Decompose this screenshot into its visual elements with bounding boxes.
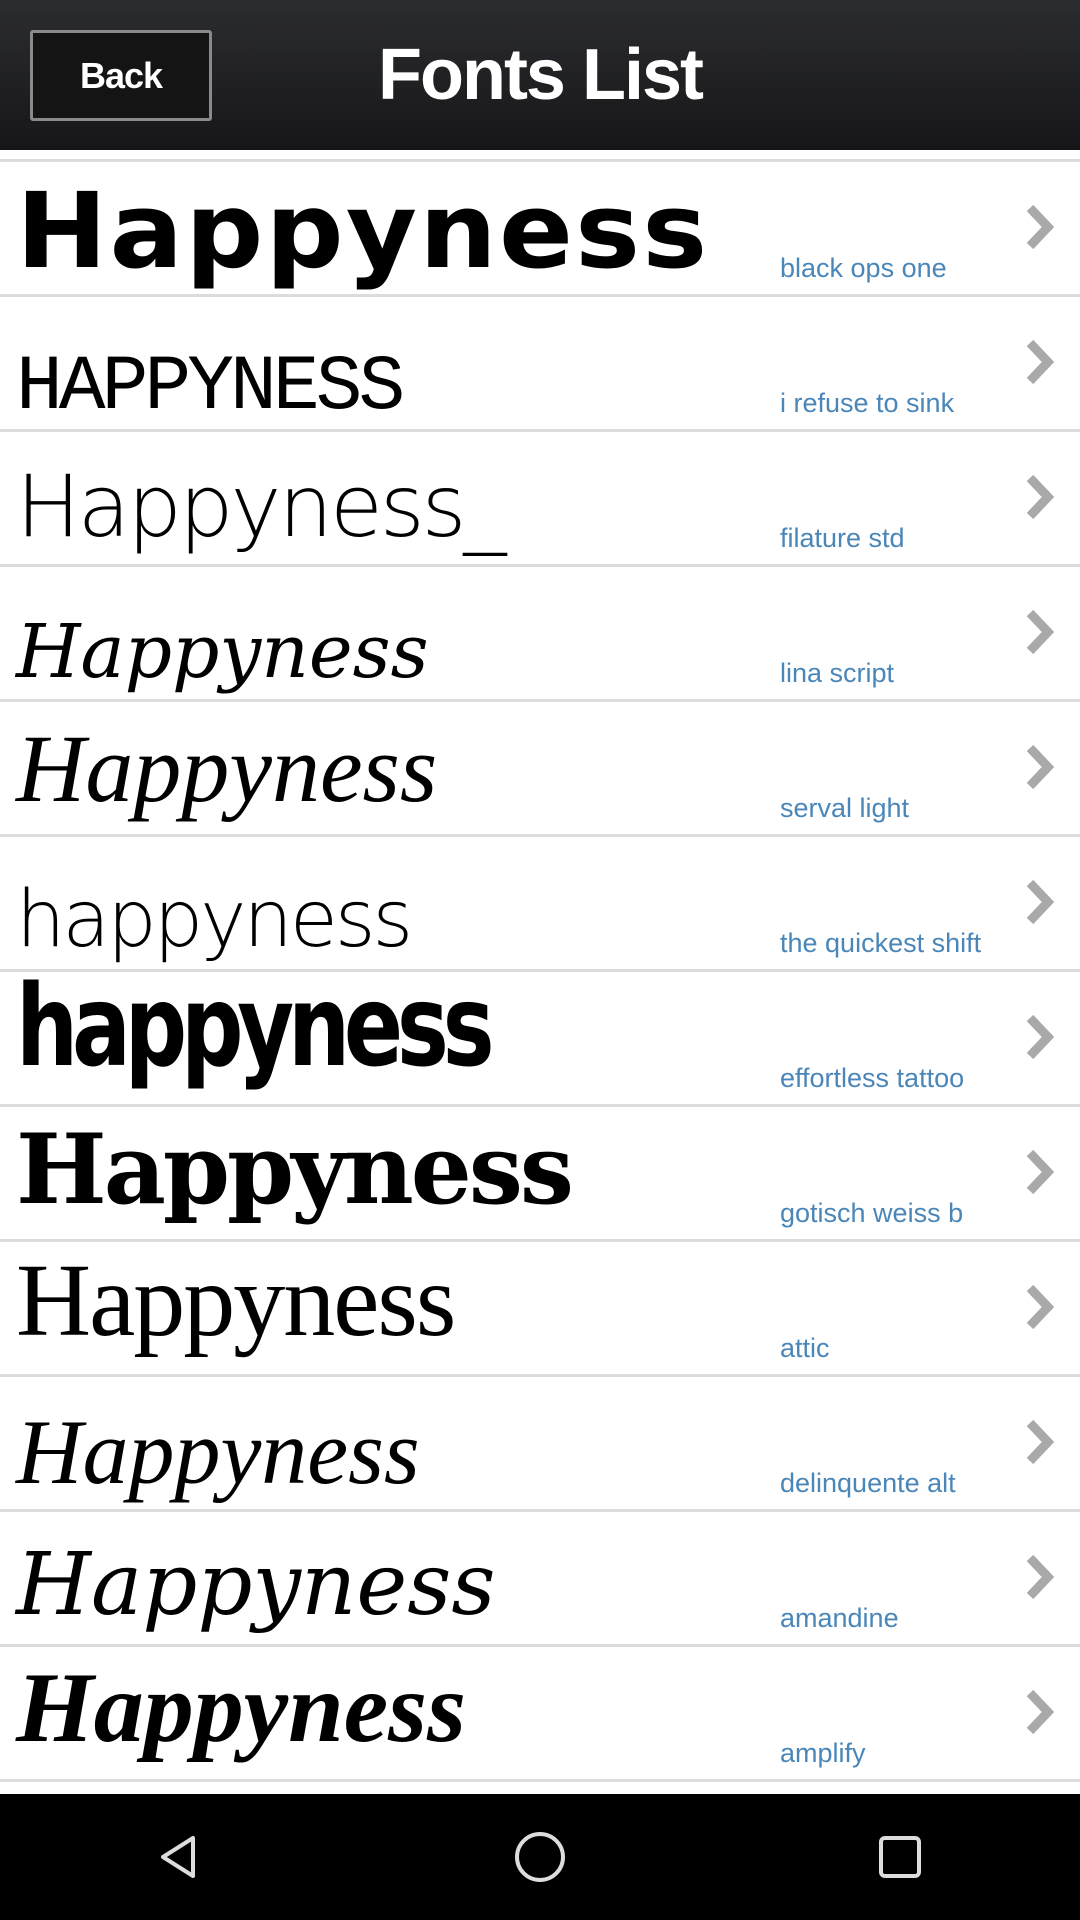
font-sample: Happyness xyxy=(16,715,438,822)
chevron-right-icon xyxy=(1026,1554,1055,1600)
system-navigation-bar xyxy=(0,1794,1080,1920)
font-sample: Happyness xyxy=(16,1113,574,1226)
font-name: lina script xyxy=(780,658,895,688)
chevron-right-icon xyxy=(1026,609,1055,655)
font-name: amandine xyxy=(780,1603,899,1633)
chevron-right-icon xyxy=(1026,1419,1055,1465)
app-header: Back Fonts List xyxy=(0,0,1080,150)
chevron-right-icon xyxy=(1026,1014,1055,1060)
chevron-right-icon xyxy=(1026,204,1055,250)
back-triangle-icon[interactable] xyxy=(140,1817,220,1897)
font-name: black ops one xyxy=(780,253,947,283)
font-name: serval light xyxy=(780,793,910,823)
font-sample: Happyness xyxy=(16,1243,456,1358)
font-sample: happyness xyxy=(16,875,413,965)
font-list-item[interactable]: happyness effortless tattoo xyxy=(0,962,1080,1107)
font-list-item[interactable]: Happyness black ops one xyxy=(0,162,1080,297)
font-sample: Happyness xyxy=(16,609,429,695)
font-sample: Happyness_ xyxy=(16,457,506,557)
font-sample: Happyness xyxy=(16,1401,420,1503)
font-list-item[interactable]: Happyness_ filature std xyxy=(0,432,1080,567)
font-sample: Happyness xyxy=(16,170,710,292)
chevron-right-icon xyxy=(1026,1284,1055,1330)
font-list-item[interactable]: Happyness delinquente alt xyxy=(0,1377,1080,1512)
font-name: attic xyxy=(780,1333,830,1363)
font-name: filature std xyxy=(780,523,905,553)
chevron-right-icon xyxy=(1026,339,1055,385)
chevron-right-icon xyxy=(1026,879,1055,925)
chevron-right-icon xyxy=(1026,474,1055,520)
home-circle-icon[interactable] xyxy=(500,1817,580,1897)
font-name: delinquente alt xyxy=(780,1468,956,1498)
font-sample: Happyness xyxy=(16,1535,496,1635)
font-name: amplify xyxy=(780,1738,866,1768)
font-list-item[interactable]: Happyness amandine xyxy=(0,1512,1080,1647)
chevron-right-icon xyxy=(1026,1689,1055,1735)
page-title: Fonts List xyxy=(378,35,704,115)
font-list-item[interactable]: Happyness serval light xyxy=(0,702,1080,837)
fonts-list[interactable]: Happyness black ops one HAPPYNESS i refuse … xyxy=(0,150,1080,1794)
font-name: the quickest shift xyxy=(780,928,982,958)
font-list-item[interactable]: Happyness attic xyxy=(0,1242,1080,1377)
font-list-item[interactable]: Happyness lina script xyxy=(0,567,1080,702)
font-list-item[interactable]: Happyness gotisch weiss b xyxy=(0,1107,1080,1242)
recents-square-icon[interactable] xyxy=(860,1817,940,1897)
font-sample: Happyness xyxy=(16,1652,466,1763)
font-sample: happyness xyxy=(16,962,495,1092)
chevron-right-icon xyxy=(1026,1149,1055,1195)
chevron-right-icon xyxy=(1026,744,1055,790)
font-list-item[interactable]: HAPPYNESS i refuse to sink xyxy=(0,297,1080,432)
font-sample: HAPPYNESS xyxy=(16,344,405,432)
font-list-item[interactable]: happyness the quickest shift xyxy=(0,837,1080,972)
font-name: gotisch weiss b xyxy=(780,1198,964,1228)
font-name: effortless tattoo xyxy=(780,1063,965,1093)
font-list-item[interactable]: Happyness amplify xyxy=(0,1647,1080,1782)
clipped-row xyxy=(0,150,1080,162)
font-name: i refuse to sink xyxy=(780,388,955,418)
